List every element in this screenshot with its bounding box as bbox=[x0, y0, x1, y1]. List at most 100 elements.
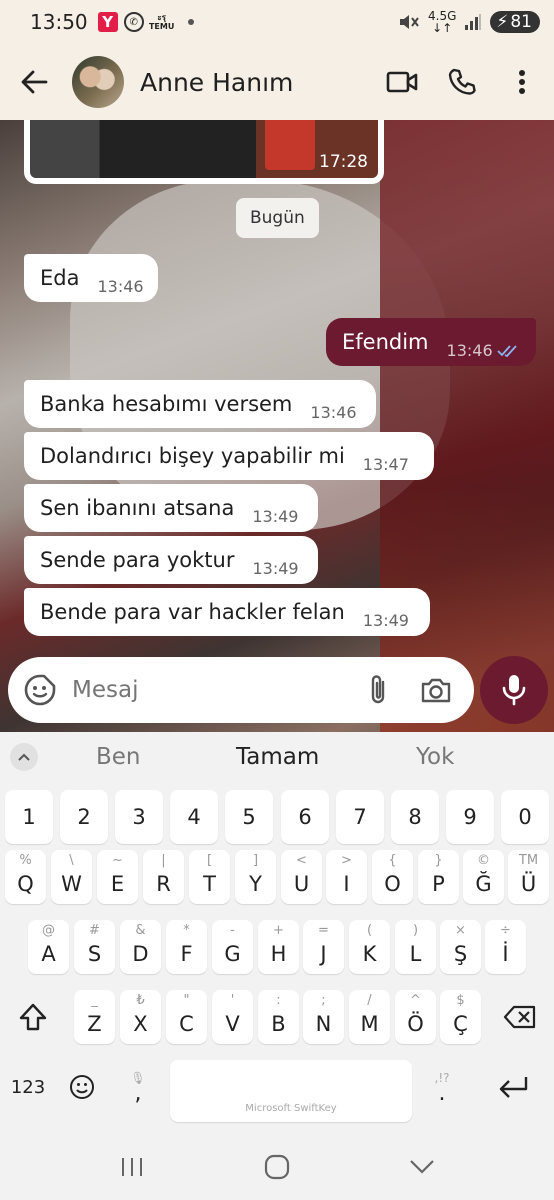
key-0[interactable]: 0 bbox=[501, 790, 549, 844]
key-3[interactable]: 3 bbox=[115, 790, 163, 844]
emoji-sticker-icon[interactable] bbox=[20, 670, 60, 710]
key-h-label: H bbox=[270, 942, 287, 966]
contact-name[interactable]: Anne Hanım bbox=[140, 68, 382, 97]
phone-icon[interactable] bbox=[442, 62, 482, 102]
key-e[interactable]: ~ E bbox=[97, 850, 138, 904]
message-bubble-outgoing[interactable]: Efendim 13:46 bbox=[326, 318, 536, 366]
back-chevron-icon[interactable] bbox=[409, 1159, 435, 1175]
key-s[interactable]: # S bbox=[74, 920, 115, 974]
key-g[interactable]: -G bbox=[212, 920, 253, 974]
key-d[interactable]: & D bbox=[120, 920, 161, 974]
key-q[interactable]: % Q bbox=[5, 850, 46, 904]
camera-icon[interactable] bbox=[416, 670, 456, 710]
network-arrows: ↓↑ bbox=[432, 21, 453, 35]
key-f-label: F bbox=[180, 942, 193, 966]
emoji-icon[interactable] bbox=[60, 1060, 104, 1114]
date-separator: Bugün bbox=[236, 198, 319, 238]
key-s-cedilla-alt: × bbox=[455, 923, 466, 938]
period-key[interactable]: ,!? . bbox=[420, 1060, 464, 1114]
key-h-alt: + bbox=[273, 923, 284, 938]
chat-header: Anne Hanım bbox=[0, 44, 554, 120]
key-i-dotted[interactable]: ÷ İ bbox=[485, 920, 526, 974]
key-u-umlaut[interactable]: TM Ü bbox=[508, 850, 549, 904]
key-j[interactable]: = J bbox=[303, 920, 344, 974]
key-c-cedilla-alt: $ bbox=[456, 993, 465, 1008]
suggestion-center[interactable]: Tamam bbox=[236, 744, 319, 770]
mic-button[interactable] bbox=[480, 656, 548, 724]
key-o-umlaut[interactable]: ^ Ö bbox=[395, 990, 436, 1044]
back-arrow-icon[interactable] bbox=[16, 64, 52, 100]
key-p[interactable]: } P bbox=[418, 850, 459, 904]
message-bubble-incoming[interactable]: Sende para yoktur 13:49 bbox=[24, 536, 318, 584]
comma-key[interactable]: 🎙 , bbox=[116, 1060, 160, 1114]
video-call-icon[interactable] bbox=[382, 62, 422, 102]
chat-area[interactable]: 17:28 Bugün Eda 13:46 Efendim 13:46 Bank… bbox=[0, 120, 554, 732]
key-m[interactable]: / M bbox=[349, 990, 390, 1044]
message-bubble-incoming[interactable]: Eda 13:46 bbox=[24, 254, 158, 302]
key-o-label: O bbox=[384, 872, 401, 896]
enter-icon[interactable] bbox=[488, 1060, 540, 1114]
contact-avatar[interactable] bbox=[72, 56, 124, 108]
space-bar[interactable]: Microsoft SwiftKey bbox=[170, 1060, 412, 1122]
chevron-up-icon bbox=[18, 753, 30, 761]
message-input[interactable] bbox=[72, 677, 358, 703]
key-g-breve[interactable]: © Ğ bbox=[463, 850, 504, 904]
key-t[interactable]: [T bbox=[189, 850, 230, 904]
key-z-label: Z bbox=[87, 1012, 102, 1036]
expand-toolbar-button[interactable] bbox=[10, 743, 38, 771]
key-h[interactable]: + H bbox=[258, 920, 299, 974]
key-l[interactable]: ) L bbox=[395, 920, 436, 974]
key-p-alt: } bbox=[434, 853, 443, 868]
key-a[interactable]: @ A bbox=[28, 920, 69, 974]
key-r[interactable]: | R bbox=[143, 850, 184, 904]
key-j-alt: = bbox=[318, 923, 329, 938]
key-4[interactable]: 4 bbox=[170, 790, 218, 844]
key-z[interactable]: _ Z bbox=[74, 990, 115, 1044]
message-bubble-incoming[interactable]: Bende para var hackler felan 13:49 bbox=[24, 588, 430, 636]
key-i-dotted-label: İ bbox=[502, 942, 509, 966]
key-s-label: S bbox=[87, 942, 102, 966]
key-w-label: W bbox=[61, 872, 82, 896]
message-bubble-incoming[interactable]: Dolandırıcı bişey yapabilir mi 13:47 bbox=[24, 432, 434, 480]
home-icon[interactable] bbox=[264, 1154, 290, 1180]
message-bubble-incoming[interactable]: Banka hesabımı versem 13:46 bbox=[24, 380, 376, 428]
key-v[interactable]: ' V bbox=[212, 990, 253, 1044]
key-2[interactable]: 2 bbox=[60, 790, 108, 844]
key-u[interactable]: < U bbox=[281, 850, 322, 904]
recent-apps-icon[interactable] bbox=[119, 1156, 145, 1178]
suggestion-left[interactable]: Ben bbox=[96, 744, 141, 770]
letter-row-1: % Q \ W ~ E | R [T ] Y < U > I {O } P © Ğ TM Ü bbox=[0, 850, 554, 906]
key-c-cedilla[interactable]: $ Ç bbox=[440, 990, 481, 1044]
attach-icon[interactable] bbox=[358, 670, 398, 710]
key-5[interactable]: 5 bbox=[225, 790, 273, 844]
key-i[interactable]: > I bbox=[326, 850, 367, 904]
yemeksepeti-notification-icon: Y bbox=[97, 12, 118, 32]
key-8[interactable]: 8 bbox=[391, 790, 439, 844]
key-c[interactable]: " C bbox=[166, 990, 207, 1044]
key-6[interactable]: 6 bbox=[281, 790, 329, 844]
previous-media-message[interactable]: 17:28 bbox=[24, 120, 384, 184]
key-7[interactable]: 7 bbox=[336, 790, 384, 844]
symbols-key[interactable]: 123 bbox=[6, 1060, 50, 1114]
key-9[interactable]: 9 bbox=[446, 790, 494, 844]
more-vert-icon[interactable] bbox=[502, 62, 542, 102]
key-n[interactable]: ; N bbox=[303, 990, 344, 1044]
message-bubble-incoming[interactable]: Sen ibanını atsana 13:49 bbox=[24, 484, 318, 532]
key-w[interactable]: \ W bbox=[51, 850, 92, 904]
key-s-cedilla[interactable]: × Ş bbox=[440, 920, 481, 974]
key-k[interactable]: (K bbox=[349, 920, 390, 974]
message-time: 13:46 bbox=[310, 403, 357, 422]
key-f[interactable]: * F bbox=[166, 920, 207, 974]
key-x[interactable]: ₺ X bbox=[120, 990, 161, 1044]
key-b[interactable]: :B bbox=[258, 990, 299, 1044]
backspace-icon[interactable] bbox=[494, 990, 546, 1044]
key-o[interactable]: {O bbox=[372, 850, 413, 904]
key-y[interactable]: ] Y bbox=[235, 850, 276, 904]
key-1[interactable]: 1 bbox=[5, 790, 53, 844]
message-text: Eda bbox=[40, 266, 80, 290]
message-time: 13:49 bbox=[362, 611, 409, 630]
key-t-alt: [ bbox=[206, 853, 213, 868]
shift-icon[interactable] bbox=[8, 990, 58, 1044]
suggestion-right[interactable]: Yok bbox=[416, 744, 454, 770]
status-time: 13:50 bbox=[30, 10, 88, 34]
